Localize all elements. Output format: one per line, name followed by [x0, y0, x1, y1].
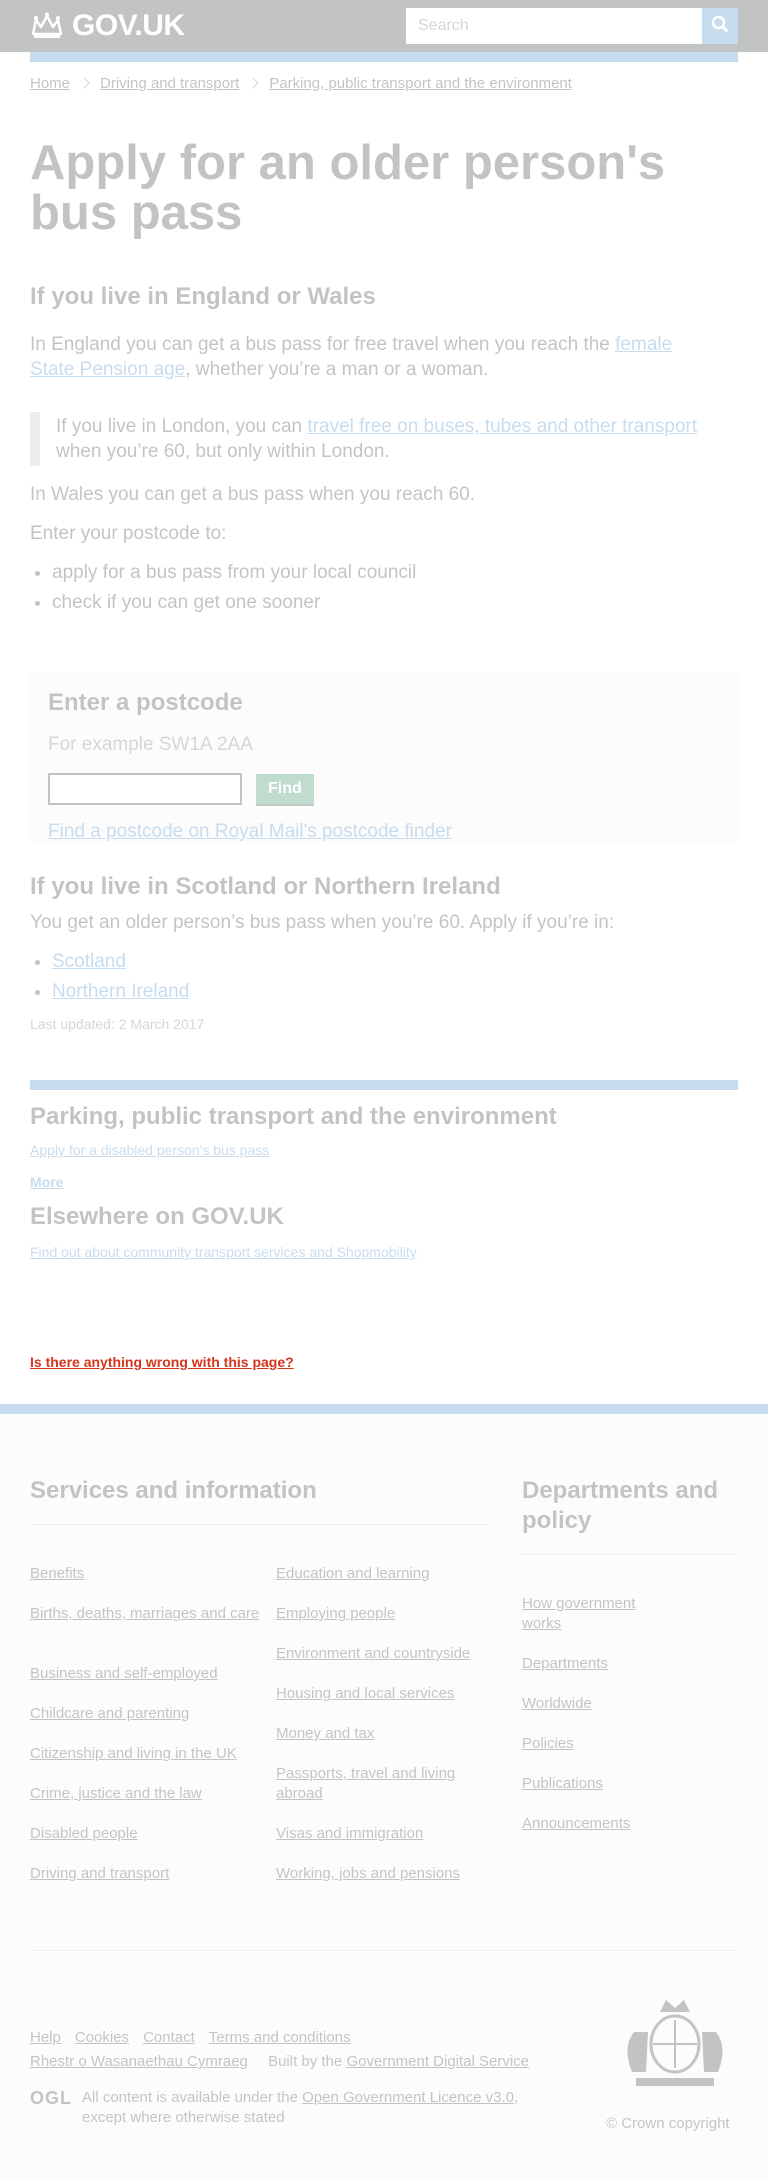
report-problem-link[interactable]: Is there anything wrong with this page?: [30, 1354, 294, 1370]
england-paragraph: In England you can get a bus pass for fr…: [30, 332, 720, 382]
scotland-link[interactable]: Scotland: [52, 951, 126, 972]
built-by-text: Built by the: [268, 2053, 347, 2070]
breadcrumb: Home Driving and transport Parking, publ…: [30, 73, 738, 93]
breadcrumb-parking[interactable]: Parking, public transport and the enviro…: [269, 75, 572, 92]
footer-departments-col: How government works Departments Worldwi…: [522, 1594, 672, 1854]
licence-text: All content is available under the Open …: [82, 2088, 542, 2128]
footer-link[interactable]: Announcements: [522, 1815, 630, 1832]
header-blue-bar: [30, 52, 738, 62]
footer-help-link[interactable]: Help: [30, 2028, 61, 2048]
postcode-finder-link[interactable]: Find a postcode on Royal Mail's postcode…: [48, 821, 452, 842]
postcode-lookup-box: Enter a postcode For example SW1A 2AA Fi…: [30, 672, 738, 842]
disabled-bus-pass-link[interactable]: Apply for a disabled person's bus pass: [30, 1142, 269, 1158]
community-transport-link[interactable]: Find out about community transport servi…: [30, 1244, 417, 1260]
chevron-right-icon: [78, 77, 90, 89]
footer-departments-heading: Departments and policy: [522, 1476, 738, 1555]
region-link-list: Scotland Northern Ireland: [30, 949, 738, 1004]
list-item: apply for a bus pass from your local cou…: [52, 560, 738, 585]
footer-contact-link[interactable]: Contact: [143, 2028, 195, 2048]
section-heading-scotland-ni: If you live in Scotland or Northern Irel…: [30, 873, 501, 900]
london-text: If you live in London, you can: [56, 416, 308, 437]
search-button[interactable]: [702, 8, 738, 44]
breadcrumb-driving[interactable]: Driving and transport: [100, 75, 239, 92]
london-paragraph: If you live in London, you can travel fr…: [56, 414, 716, 464]
footer-link[interactable]: Environment and countryside: [276, 1645, 470, 1662]
footer-link[interactable]: Employing people: [276, 1605, 395, 1622]
list-item: check if you can get one sooner: [52, 590, 738, 615]
magnifier-icon: [711, 15, 729, 38]
find-button[interactable]: Find: [256, 774, 314, 804]
list-item: Scotland: [52, 949, 738, 974]
postcode-box-heading: Enter a postcode: [48, 689, 243, 716]
northern-ireland-link[interactable]: Northern Ireland: [52, 981, 189, 1002]
govuk-logo[interactable]: GOV.UK: [30, 10, 185, 42]
postcode-input[interactable]: [48, 773, 242, 805]
elsewhere-heading: Elsewhere on GOV.UK: [30, 1203, 284, 1230]
scotland-paragraph: You get an older person’s bus pass when …: [30, 912, 615, 933]
footer-link[interactable]: Citizenship and living in the UK: [30, 1745, 237, 1762]
footer-link[interactable]: Housing and local services: [276, 1685, 454, 1702]
licence-text-start: All content is available under the: [82, 2089, 303, 2106]
footer-link[interactable]: Worldwide: [522, 1695, 592, 1712]
last-updated: Last updated: 2 March 2017: [30, 1016, 205, 1032]
footer-link[interactable]: Working, jobs and pensions: [276, 1865, 460, 1882]
footer-link[interactable]: Benefits: [30, 1565, 84, 1582]
footer-services-heading: Services and information: [30, 1476, 490, 1525]
footer-link[interactable]: Departments: [522, 1655, 608, 1672]
footer-meta-links: Help Cookies Contact Terms and condition…: [30, 2028, 351, 2048]
footer-link[interactable]: Business and self-employed: [30, 1665, 218, 1682]
footer-divider: [30, 1950, 738, 1951]
list-item: Northern Ireland: [52, 979, 738, 1004]
footer-link[interactable]: Childcare and parenting: [30, 1705, 189, 1722]
search-form: [406, 8, 738, 44]
postcode-hint: For example SW1A 2AA: [48, 734, 253, 755]
footer-services-col2: Education and learning Employing people …: [276, 1564, 486, 1904]
gds-link[interactable]: Government Digital Service: [346, 2053, 529, 2070]
ogl-logo: OGL: [30, 2088, 72, 2108]
footer-link[interactable]: Publications: [522, 1775, 603, 1792]
footer-link[interactable]: Education and learning: [276, 1565, 429, 1582]
postcode-bullet-list: apply for a bus pass from your local cou…: [30, 560, 738, 615]
london-inset: If you live in London, you can travel fr…: [30, 412, 738, 466]
footer-meta-row2: Rhestr o Wasanaethau Cymraeg Built by th…: [30, 2052, 529, 2072]
footer-link[interactable]: Passports, travel and living abroad: [276, 1765, 455, 1802]
page-overlay-content: GOV.UK Home Driving and transport Parkin…: [0, 0, 768, 2182]
more-link[interactable]: More: [30, 1174, 63, 1190]
footer-link[interactable]: Visas and immigration: [276, 1825, 423, 1842]
chevron-right-icon: [247, 77, 259, 89]
ogl-licence-link[interactable]: Open Government Licence v3.0: [302, 2089, 514, 2106]
footer-link[interactable]: Money and tax: [276, 1725, 374, 1742]
footer-link[interactable]: Crime, justice and the law: [30, 1785, 202, 1802]
breadcrumb-home[interactable]: Home: [30, 75, 70, 92]
footer-cookies-link[interactable]: Cookies: [75, 2028, 129, 2048]
crown-icon: [30, 12, 64, 40]
related-blue-bar: [30, 1080, 738, 1090]
site-footer: Services and information Benefits Births…: [0, 1404, 768, 2182]
related-heading: Parking, public transport and the enviro…: [30, 1103, 557, 1130]
footer-link[interactable]: Disabled people: [30, 1825, 138, 1842]
england-text-end: , whether you’re a man or a woman.: [185, 359, 489, 380]
postcode-form: Find: [48, 773, 720, 805]
footer-services-col1: Benefits Births, deaths, marriages and c…: [30, 1564, 260, 1904]
logo-text: GOV.UK: [72, 9, 185, 42]
england-text: In England you can get a bus pass for fr…: [30, 334, 616, 355]
london-text-end: when you’re 60, but only within London.: [56, 441, 390, 462]
royal-coat-of-arms-icon: [614, 1992, 736, 2099]
search-input[interactable]: [406, 8, 702, 44]
footer-link[interactable]: Policies: [522, 1735, 574, 1752]
footer-link[interactable]: Births, deaths, marriages and care: [30, 1605, 259, 1622]
london-transport-link[interactable]: travel free on buses, tubes and other tr…: [307, 416, 697, 437]
footer-welsh-link[interactable]: Rhestr o Wasanaethau Cymraeg: [30, 2053, 248, 2070]
site-header: GOV.UK: [0, 0, 768, 52]
crown-copyright: © Crown copyright: [606, 2115, 730, 2132]
main-content: Home Driving and transport Parking, publ…: [0, 73, 768, 1262]
footer-link[interactable]: Driving and transport: [30, 1865, 169, 1882]
footer-terms-link[interactable]: Terms and conditions: [209, 2028, 351, 2048]
footer-link[interactable]: How government works: [522, 1595, 635, 1632]
page-title: Apply for an older person's bus pass: [30, 136, 666, 240]
section-heading-england-wales: If you live in England or Wales: [30, 283, 376, 310]
wales-paragraph: In Wales you can get a bus pass when you…: [30, 484, 476, 505]
enter-postcode-intro: Enter your postcode to:: [30, 523, 227, 544]
